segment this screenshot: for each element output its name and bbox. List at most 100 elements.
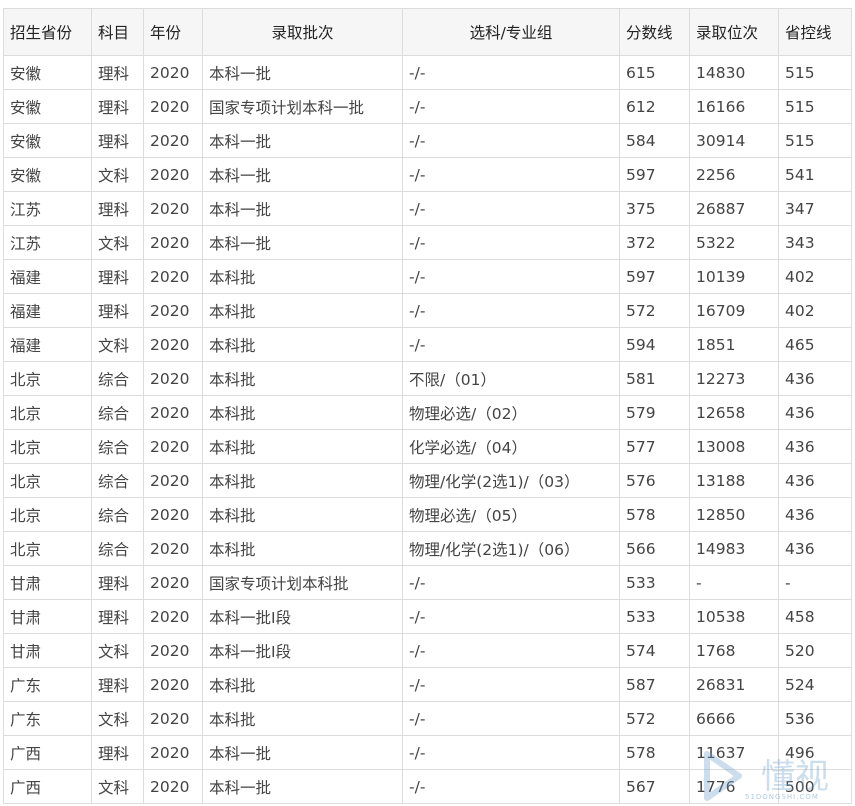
cell-rank: 10139: [689, 259, 779, 294]
cell-subject: 综合: [91, 361, 144, 396]
cell-batch: 国家专项计划本科一批: [202, 89, 403, 124]
cell-subject: 理科: [91, 55, 144, 90]
cell-province: 广西: [3, 735, 92, 770]
cell-subject-group: -/-: [402, 701, 620, 736]
cell-province: 江苏: [3, 191, 92, 226]
table-row: 安徽 理科 2020 本科一批 -/- 584 30914 515: [3, 123, 852, 158]
cell-provincial-line: 436: [778, 463, 852, 498]
cell-provincial-line: 436: [778, 531, 852, 566]
cell-subject: 综合: [91, 463, 144, 498]
cell-year: 2020: [143, 667, 203, 702]
cell-subject-group: 物理必选/（02）: [402, 395, 620, 430]
cell-provincial-line: 520: [778, 633, 852, 668]
cell-subject: 综合: [91, 429, 144, 464]
cell-subject-group: 不限/（01）: [402, 361, 620, 396]
cell-rank: 1768: [689, 633, 779, 668]
cell-subject: 综合: [91, 395, 144, 430]
cell-province: 福建: [3, 327, 92, 362]
cell-subject: 理科: [91, 293, 144, 328]
cell-batch: 国家专项计划本科批: [202, 565, 403, 600]
cell-rank: 12850: [689, 497, 779, 532]
cell-rank: 14983: [689, 531, 779, 566]
table-row: 北京 综合 2020 本科批 物理/化学(2选1)/（03） 576 13188 436: [3, 463, 852, 498]
cell-subject-group: -/-: [402, 735, 620, 770]
cell-subject-group: -/-: [402, 599, 620, 634]
cell-score-line: 578: [619, 735, 690, 770]
cell-rank: 26887: [689, 191, 779, 226]
cell-year: 2020: [143, 463, 203, 498]
cell-score-line: 375: [619, 191, 690, 226]
cell-rank: 16709: [689, 293, 779, 328]
cell-year: 2020: [143, 769, 203, 804]
cell-provincial-line: 536: [778, 701, 852, 736]
cell-year: 2020: [143, 361, 203, 396]
cell-subject-group: -/-: [402, 769, 620, 804]
cell-rank: 30914: [689, 123, 779, 158]
cell-provincial-line: 436: [778, 395, 852, 430]
cell-score-line: 566: [619, 531, 690, 566]
cell-batch: 本科一批: [202, 225, 403, 260]
cell-batch: 本科批: [202, 463, 403, 498]
cell-subject: 理科: [91, 599, 144, 634]
cell-score-line: 581: [619, 361, 690, 396]
cell-batch: 本科一批: [202, 769, 403, 804]
admission-score-table: 招生省份 科目 年份 录取批次 选科/专业组 分数线 录取位次 省控线 安徽 理科…: [3, 8, 852, 804]
cell-year: 2020: [143, 701, 203, 736]
cell-subject-group: -/-: [402, 191, 620, 226]
cell-batch: 本科批: [202, 293, 403, 328]
cell-rank: 1851: [689, 327, 779, 362]
cell-score-line: 587: [619, 667, 690, 702]
cell-score-line: 567: [619, 769, 690, 804]
cell-subject: 理科: [91, 191, 144, 226]
cell-score-line: 584: [619, 123, 690, 158]
header-batch: 录取批次: [202, 8, 403, 56]
cell-rank: 14830: [689, 55, 779, 90]
cell-rank: 5322: [689, 225, 779, 260]
table-row: 甘肃 理科 2020 本科一批I段 -/- 533 10538 458: [3, 599, 852, 634]
cell-score-line: 577: [619, 429, 690, 464]
header-subject: 科目: [91, 8, 144, 56]
cell-province: 安徽: [3, 89, 92, 124]
cell-provincial-line: 347: [778, 191, 852, 226]
cell-subject-group: -/-: [402, 565, 620, 600]
table-row: 安徽 文科 2020 本科一批 -/- 597 2256 541: [3, 157, 852, 192]
cell-subject-group: -/-: [402, 225, 620, 260]
cell-batch: 本科一批I段: [202, 599, 403, 634]
cell-subject: 文科: [91, 633, 144, 668]
cell-year: 2020: [143, 259, 203, 294]
table-row: 北京 综合 2020 本科批 物理必选/（02） 579 12658 436: [3, 395, 852, 430]
cell-provincial-line: -: [778, 565, 852, 600]
table-header-row: 招生省份 科目 年份 录取批次 选科/专业组 分数线 录取位次 省控线: [3, 8, 852, 56]
cell-year: 2020: [143, 89, 203, 124]
cell-batch: 本科一批: [202, 123, 403, 158]
cell-province: 福建: [3, 293, 92, 328]
cell-year: 2020: [143, 293, 203, 328]
cell-subject: 理科: [91, 735, 144, 770]
cell-score-line: 612: [619, 89, 690, 124]
cell-subject: 综合: [91, 497, 144, 532]
cell-score-line: 594: [619, 327, 690, 362]
cell-rank: 6666: [689, 701, 779, 736]
cell-batch: 本科批: [202, 701, 403, 736]
cell-province: 甘肃: [3, 599, 92, 634]
header-province: 招生省份: [3, 8, 92, 56]
cell-year: 2020: [143, 157, 203, 192]
table-row: 甘肃 文科 2020 本科一批I段 -/- 574 1768 520: [3, 633, 852, 668]
cell-subject: 文科: [91, 157, 144, 192]
header-score-line: 分数线: [619, 8, 690, 56]
cell-batch: 本科批: [202, 531, 403, 566]
table-row: 北京 综合 2020 本科批 化学必选/（04） 577 13008 436: [3, 429, 852, 464]
cell-provincial-line: 402: [778, 259, 852, 294]
cell-province: 广东: [3, 667, 92, 702]
cell-province: 广东: [3, 701, 92, 736]
cell-batch: 本科一批: [202, 157, 403, 192]
cell-province: 江苏: [3, 225, 92, 260]
cell-batch: 本科批: [202, 497, 403, 532]
cell-score-line: 372: [619, 225, 690, 260]
cell-subject-group: -/-: [402, 327, 620, 362]
cell-year: 2020: [143, 55, 203, 90]
table-row: 北京 综合 2020 本科批 不限/（01） 581 12273 436: [3, 361, 852, 396]
cell-rank: 2256: [689, 157, 779, 192]
cell-subject-group: -/-: [402, 55, 620, 90]
cell-subject: 文科: [91, 769, 144, 804]
